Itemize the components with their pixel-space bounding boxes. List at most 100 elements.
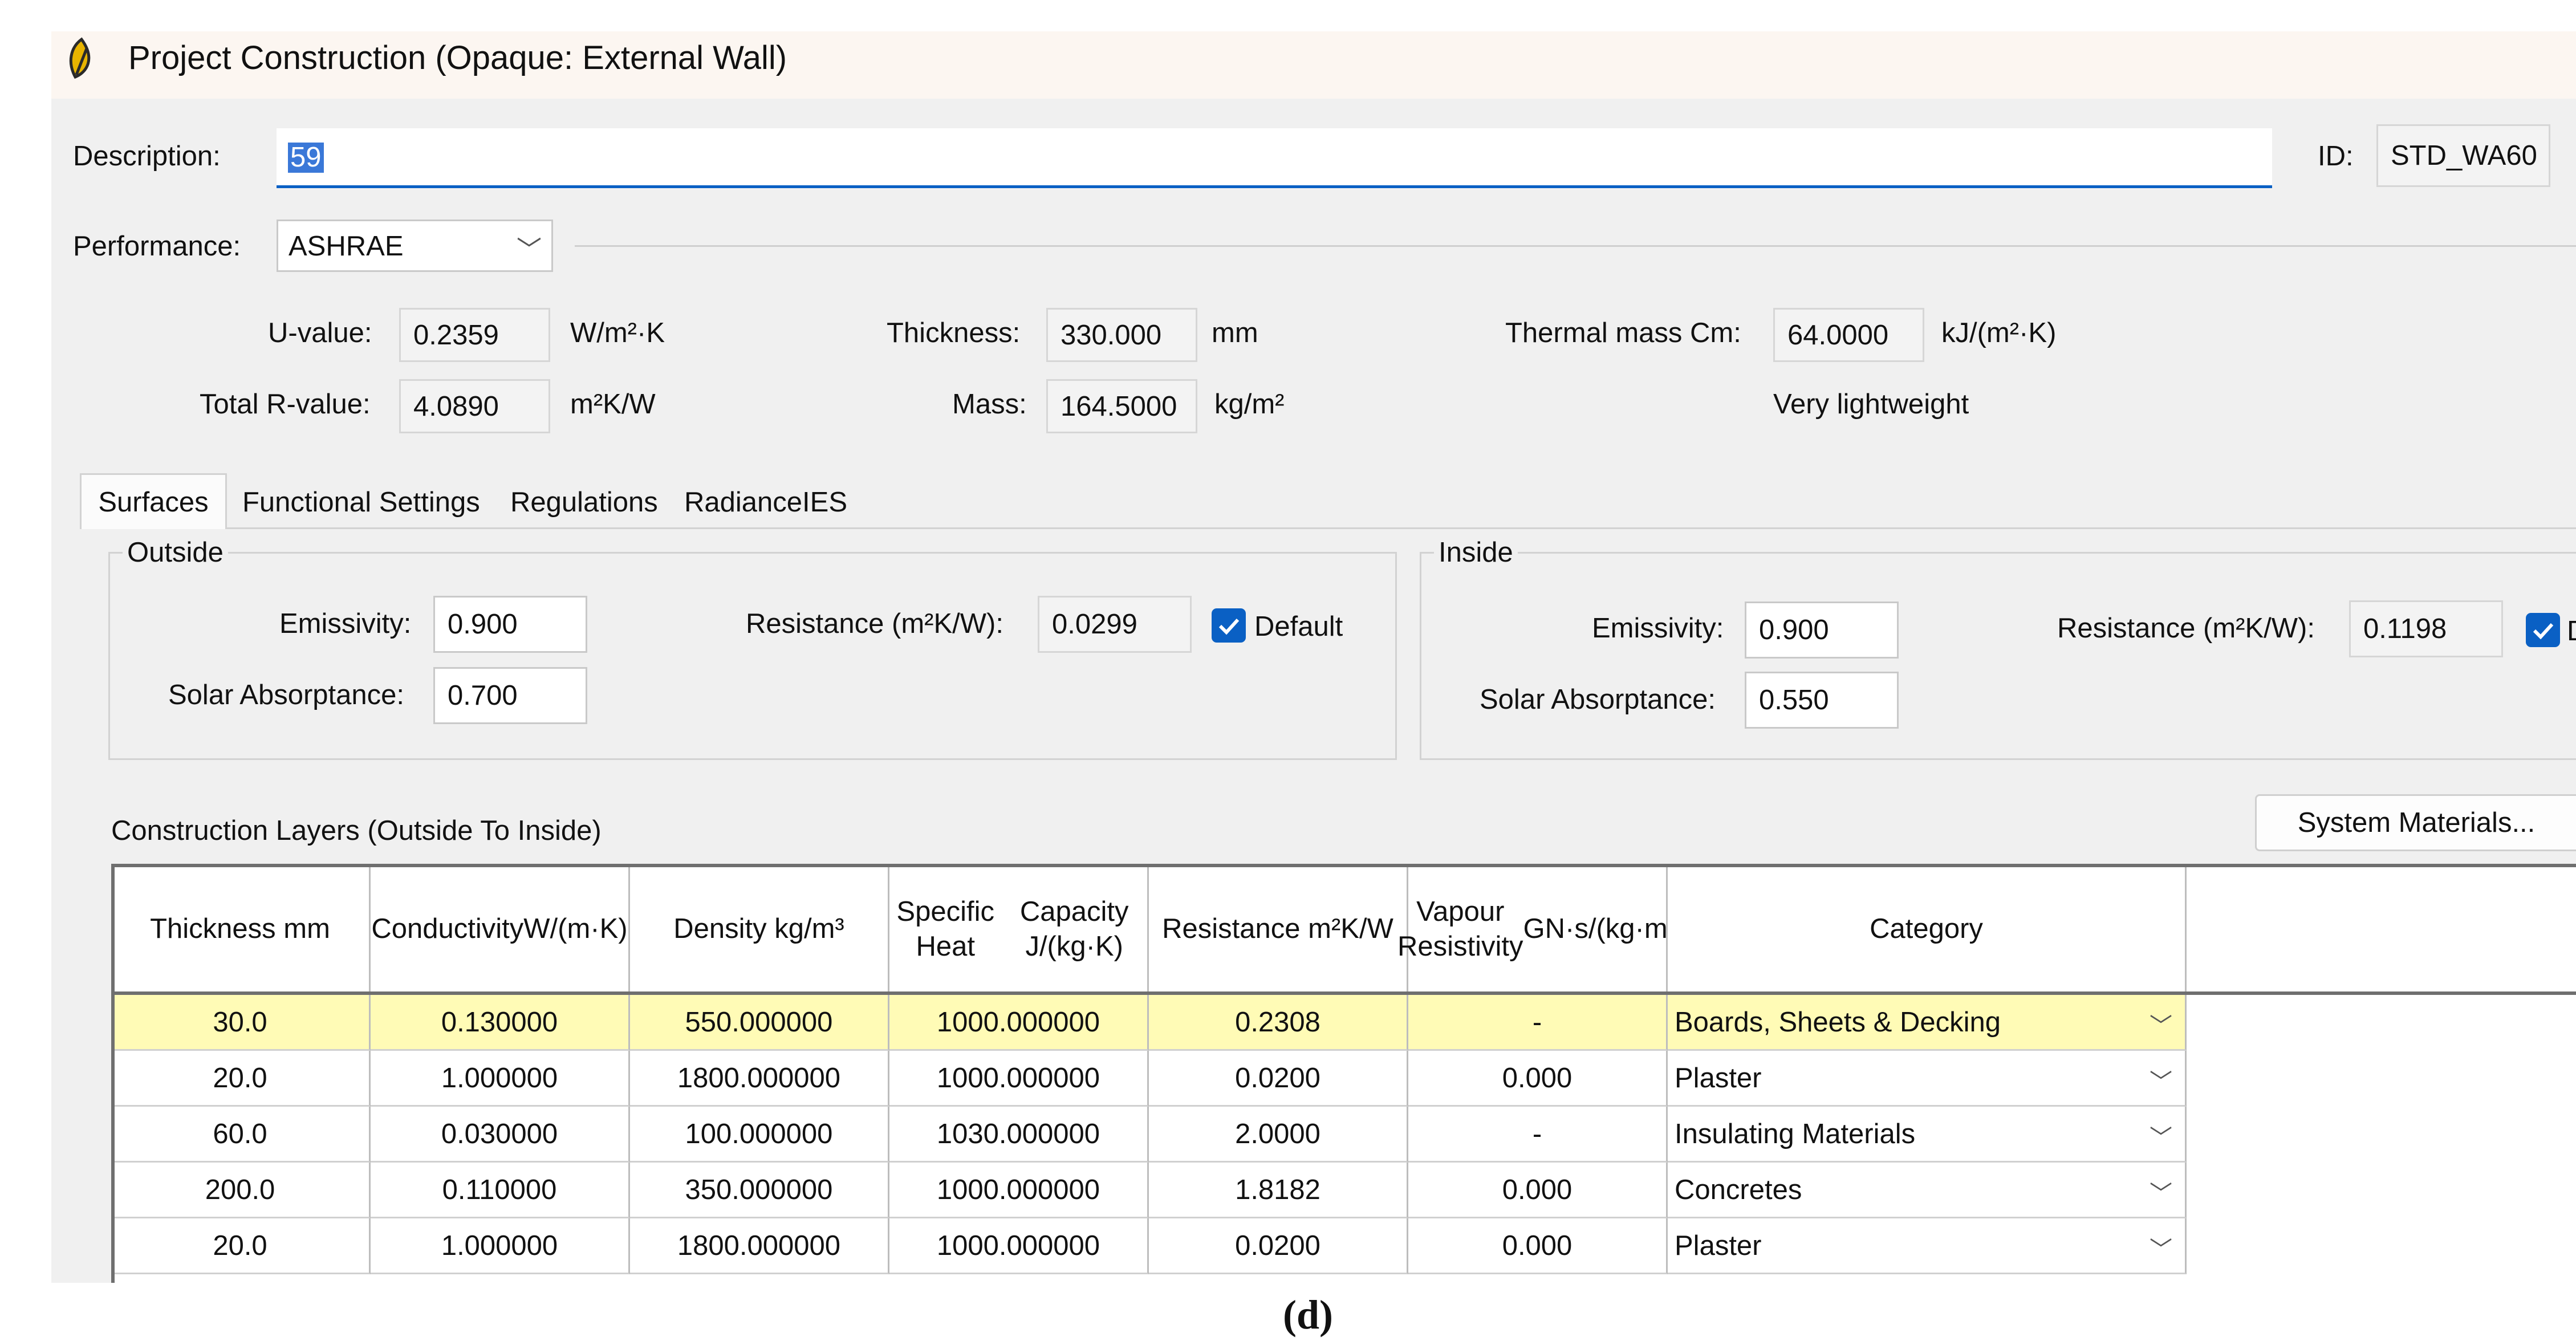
table-cell[interactable]: 20.0 [111,1051,371,1107]
check-icon [2533,623,2554,640]
tab-regulations[interactable]: Regulations [510,476,658,529]
outside-emissivity-label: Emissivity: [279,608,412,639]
table-cell[interactable]: 0.000 [1408,1218,1668,1274]
category-value: Concretes [1675,1174,1802,1205]
description-value: 59 [288,143,324,173]
table-cell[interactable]: - [1408,995,1668,1051]
outside-default-checkbox[interactable] [1212,608,1246,643]
cell-value: 1000.000000 [936,1230,1100,1261]
system-materials-button[interactable]: System Materials... [2255,794,2576,851]
mass-unit: kg/m² [1214,389,1285,420]
category-select[interactable]: Boards, Sheets & Decking ﹀ [1668,995,2187,1051]
column-header[interactable]: Vapour Resistivity GN·s/(kg·m) [1397,864,1677,995]
column-header[interactable]: Resistance m²K/W [1149,864,1408,995]
u-value-label: U-value: [268,318,372,348]
cell-value: 1.8182 [1235,1174,1320,1205]
column-header[interactable]: Density kg/m³ [630,864,889,995]
performance-select[interactable]: ASHRAE ﹀ [277,220,553,272]
table-cell[interactable]: 1000.000000 [889,1051,1149,1107]
chevron-down-icon: ﹀ [517,236,542,264]
tab-label: Surfaces [98,486,209,518]
table-cell[interactable]: 1800.000000 [630,1218,889,1274]
tab-radianceies[interactable]: RadianceIES [684,476,847,529]
id-label: ID: [2318,141,2354,172]
table-cell[interactable]: 1.000000 [371,1218,630,1274]
column-header-text: Conductivity [371,913,524,945]
table-cell[interactable]: 0.000 [1408,1163,1668,1218]
table-cell[interactable]: 1000.000000 [889,1218,1149,1274]
header-filler [2187,864,2576,995]
u-value-unit: W/m²·K [570,318,665,348]
total-r-field: 4.0890 [399,379,550,433]
table-cell[interactable]: 1000.000000 [889,995,1149,1051]
thermal-mass-field: 64.0000 [1773,308,1924,362]
cell-value: 1000.000000 [936,1006,1100,1038]
column-header-text: Capacity J/(kg·K) [1019,896,1129,962]
table-cell[interactable]: 0.030000 [371,1107,630,1163]
table-cell[interactable]: 1000.000000 [889,1163,1149,1218]
table-cell[interactable]: 0.110000 [371,1163,630,1218]
title-bar: Project Construction (Opaque: External W… [51,31,2576,99]
outside-solar-input[interactable]: 0.700 [433,667,587,724]
category-value: Plaster [1675,1062,1762,1094]
tab-surfaces[interactable]: Surfaces [80,473,227,529]
mass-field: 164.5000 [1046,379,1197,433]
table-cell[interactable]: 550.000000 [630,995,889,1051]
inside-default-checkbox[interactable] [2526,613,2560,647]
chevron-down-icon: ﹀ [2150,1070,2172,1095]
column-header[interactable]: Thickness mm [111,864,371,995]
total-r-unit: m²K/W [570,389,656,420]
performance-value: ASHRAE [289,231,404,262]
total-r-label: Total R-value: [200,389,371,420]
cell-value: 1800.000000 [677,1230,841,1261]
table-cell[interactable]: 20.0 [111,1218,371,1274]
column-header[interactable]: Specific Heat Capacity J/(kg·K) [889,864,1149,995]
category-select[interactable]: Insulating Materials ﹀ [1668,1107,2187,1163]
table-cell[interactable]: 60.0 [111,1107,371,1163]
performance-label: Performance: [73,231,241,262]
table-cell[interactable]: 2.0000 [1149,1107,1408,1163]
table-cell[interactable]: 1.000000 [371,1051,630,1107]
outside-group [108,552,1397,760]
cell-value: 1000.000000 [936,1062,1100,1094]
table-cell[interactable]: 100.000000 [630,1107,889,1163]
inside-solar-input[interactable]: 0.550 [1745,672,1899,729]
chevron-down-icon: ﹀ [2150,1237,2172,1262]
description-input[interactable]: 59 [277,128,2272,188]
category-value: Boards, Sheets & Decking [1675,1006,2001,1038]
table-cell[interactable]: 0.0200 [1149,1218,1408,1274]
table-cell[interactable]: 1800.000000 [630,1051,889,1107]
thickness-field: 330.000 [1046,308,1197,362]
table-cell[interactable]: 1030.000000 [889,1107,1149,1163]
outside-emissivity-input[interactable]: 0.900 [433,596,587,653]
inside-emissivity-label: Emissivity: [1592,613,1724,644]
category-select[interactable]: Plaster ﹀ [1668,1051,2187,1107]
table-cell[interactable]: 30.0 [111,995,371,1051]
thermal-mass-label: Thermal mass Cm: [1505,318,1741,348]
column-header[interactable]: Category [1668,864,2187,995]
outside-resistance-label: Resistance (m²K/W): [746,608,1003,639]
table-cell[interactable]: 0.0200 [1149,1051,1408,1107]
inside-resistance-label: Resistance (m²K/W): [2057,613,2315,644]
inside-legend: Inside [1434,539,1518,567]
cell-value: 350.000000 [685,1174,833,1205]
inside-emissivity-input[interactable]: 0.900 [1745,602,1899,659]
table-cell[interactable]: - [1408,1107,1668,1163]
tab-functional-settings[interactable]: Functional Settings [242,476,480,529]
check-icon [1218,618,1240,635]
table-cell[interactable]: 1.8182 [1149,1163,1408,1218]
table-cell[interactable]: 200.0 [111,1163,371,1218]
thickness-label: Thickness: [887,318,1021,348]
category-select[interactable]: Plaster ﹀ [1668,1218,2187,1274]
table-cell[interactable]: 0.2308 [1149,995,1408,1051]
layers-grid: Thickness mm Conductivity W/(m·K) Density k… [111,864,2576,1283]
app-leaf-icon [69,37,91,79]
column-header[interactable]: Conductivity W/(m·K) [371,864,630,995]
table-cell[interactable]: 0.130000 [371,995,630,1051]
table-cell[interactable]: 0.000 [1408,1051,1668,1107]
table-cell[interactable]: 350.000000 [630,1163,889,1218]
cell-value: 60.0 [213,1118,267,1149]
cell-value: 200.0 [205,1174,275,1205]
category-select[interactable]: Concretes ﹀ [1668,1163,2187,1218]
cell-value: 0.2308 [1235,1006,1320,1038]
